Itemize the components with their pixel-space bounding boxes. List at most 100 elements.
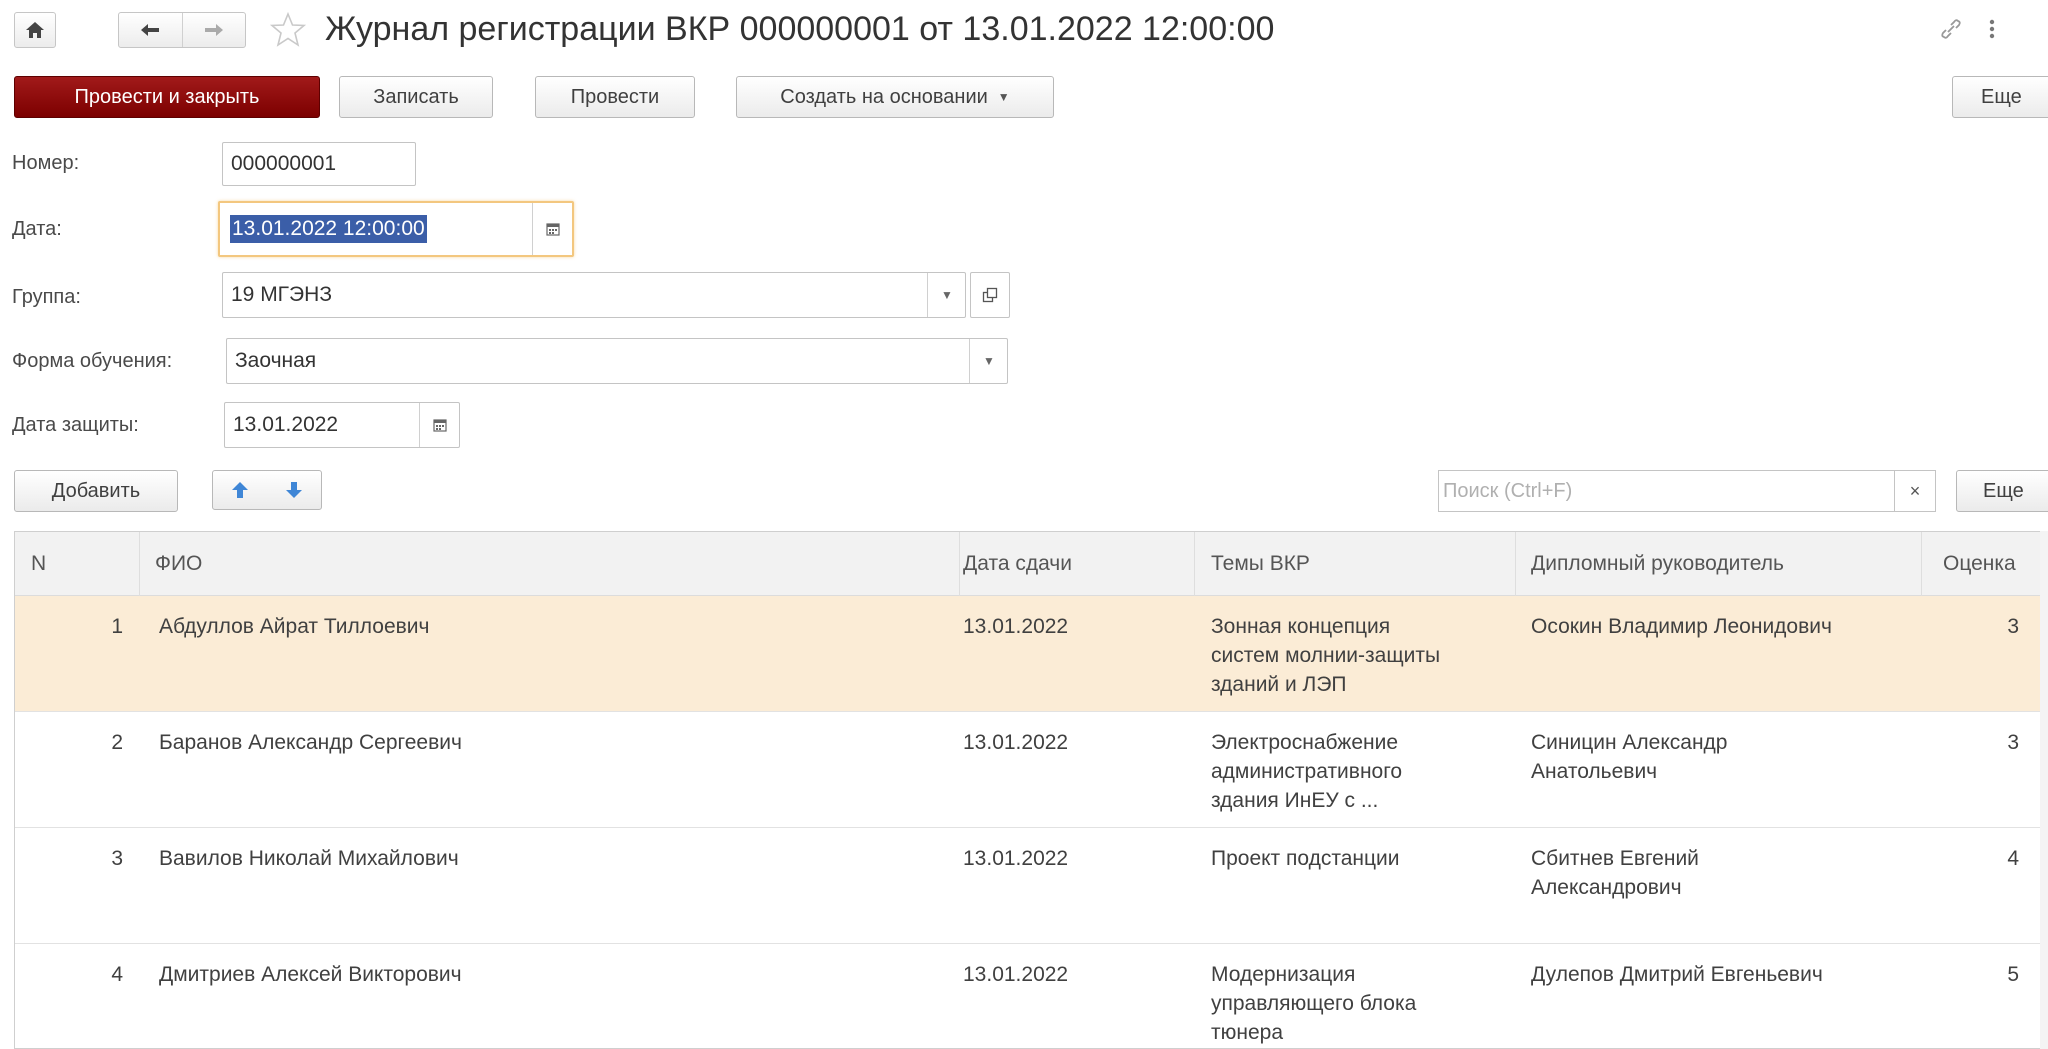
favorite-star-icon bbox=[269, 11, 307, 47]
create-based-on-button[interactable]: Создать на основании ▼ bbox=[736, 76, 1054, 118]
group-value: 19 МГЭНЗ bbox=[231, 283, 333, 306]
column-header-fio[interactable]: ФИО bbox=[155, 532, 202, 596]
row-date: 13.01.2022 bbox=[963, 963, 1069, 986]
students-table: N ФИО Дата сдачи Темы ВКР Дипломный руко… bbox=[14, 531, 2048, 1049]
row-fio: Баранов Александр Сергеевич bbox=[159, 731, 462, 754]
history-navigation bbox=[118, 12, 246, 48]
topic-line: Модернизация bbox=[1211, 963, 1356, 986]
search-clear-button[interactable]: × bbox=[1894, 470, 1936, 512]
table-header: N ФИО Дата сдачи Темы ВКР Дипломный руко… bbox=[15, 532, 2048, 596]
table-more-label: Еще bbox=[1983, 479, 2024, 502]
date-label: Дата: bbox=[12, 218, 62, 240]
defense-date-field[interactable]: 13.01.2022 bbox=[224, 402, 460, 448]
row-grade: 4 bbox=[2007, 847, 2019, 870]
home-button[interactable] bbox=[14, 12, 56, 48]
topic-line: здания ИнЕУ с ... bbox=[1211, 789, 1379, 812]
topic-line: административного bbox=[1211, 760, 1403, 783]
supervisor-line: Анатольевич bbox=[1531, 760, 1658, 783]
move-down-icon bbox=[286, 482, 302, 498]
search-placeholder: Поиск (Ctrl+F) bbox=[1443, 479, 1573, 502]
column-header-n[interactable]: N bbox=[31, 532, 46, 596]
topic-line: Электроснабжение bbox=[1211, 731, 1399, 754]
table-row[interactable]: 4 Дмитриев Алексей Викторович 13.01.2022… bbox=[15, 944, 2048, 1048]
search-input[interactable]: Поиск (Ctrl+F) bbox=[1438, 470, 1904, 512]
group-dropdown-button[interactable]: ▼ bbox=[928, 273, 965, 317]
post-and-close-button[interactable]: Провести и закрыть bbox=[14, 76, 320, 118]
row-fio: Дмитриев Алексей Викторович bbox=[159, 963, 462, 986]
move-up-button[interactable] bbox=[213, 471, 267, 509]
row-topic: Модернизация управляющего блока тюнера bbox=[1211, 960, 1501, 1047]
row-fio: Вавилов Николай Михайлович bbox=[159, 847, 459, 870]
more-actions-button[interactable]: Еще bbox=[1952, 76, 2048, 118]
calendar-icon bbox=[546, 223, 560, 236]
get-link-button[interactable] bbox=[1938, 16, 1964, 47]
row-grade: 3 bbox=[2007, 731, 2019, 754]
save-button[interactable]: Записать bbox=[339, 76, 493, 118]
column-header-topic[interactable]: Темы ВКР bbox=[1211, 532, 1310, 596]
study-form-dropdown-button[interactable]: ▼ bbox=[970, 339, 1007, 383]
table-row[interactable]: 2 Баранов Александр Сергеевич 13.01.2022… bbox=[15, 712, 2048, 828]
row-number: 2 bbox=[111, 731, 123, 754]
column-divider bbox=[1194, 532, 1195, 596]
number-field[interactable]: 000000001 bbox=[222, 142, 416, 186]
supervisor-line: Александрович bbox=[1531, 876, 1682, 899]
column-header-date[interactable]: Дата сдачи bbox=[963, 532, 1072, 596]
date-calendar-button[interactable] bbox=[533, 203, 572, 255]
row-date: 13.01.2022 bbox=[963, 615, 1069, 638]
column-divider bbox=[1921, 532, 1922, 596]
row-date: 13.01.2022 bbox=[963, 731, 1069, 754]
favorite-button[interactable] bbox=[268, 10, 308, 55]
row-number: 3 bbox=[111, 847, 123, 870]
row-grade: 5 bbox=[2007, 963, 2019, 986]
study-form-value: Заочная bbox=[235, 349, 317, 372]
post-button[interactable]: Провести bbox=[535, 76, 695, 118]
column-header-grade[interactable]: Оценка bbox=[1943, 532, 2016, 596]
supervisor-line: Осокин Владимир Леонидович bbox=[1531, 615, 1832, 638]
group-open-button[interactable] bbox=[970, 272, 1010, 318]
column-divider bbox=[139, 532, 140, 596]
supervisor-line: Дулепов Дмитрий Евгеньевич bbox=[1531, 963, 1823, 986]
dropdown-arrow-icon: ▼ bbox=[997, 90, 1010, 104]
add-row-button[interactable]: Добавить bbox=[14, 470, 178, 512]
column-header-supervisor[interactable]: Дипломный руководитель bbox=[1531, 532, 1784, 596]
table-row[interactable]: 1 Абдуллов Айрат Тиллоевич 13.01.2022 Зо… bbox=[15, 596, 2048, 712]
topic-line: тюнера bbox=[1211, 1021, 1284, 1044]
defense-date-value: 13.01.2022 bbox=[233, 413, 339, 436]
move-down-button[interactable] bbox=[267, 471, 321, 509]
row-date: 13.01.2022 bbox=[963, 847, 1069, 870]
row-supervisor: Сбитнев Евгений Александрович bbox=[1531, 844, 1911, 902]
supervisor-line: Синицин Александр bbox=[1531, 731, 1728, 754]
number-value: 000000001 bbox=[231, 152, 337, 175]
row-supervisor: Дулепов Дмитрий Евгеньевич bbox=[1531, 960, 1911, 989]
close-icon: × bbox=[1909, 480, 1921, 501]
topic-line: Проект подстанции bbox=[1211, 847, 1400, 870]
table-scrollbar[interactable] bbox=[2040, 531, 2048, 1049]
row-supervisor: Осокин Владимир Леонидович bbox=[1531, 612, 1911, 641]
group-field[interactable]: 19 МГЭНЗ ▼ bbox=[222, 272, 966, 318]
forward-button[interactable] bbox=[181, 13, 245, 47]
title-bar: Журнал регистрации ВКР 000000001 от 13.0… bbox=[0, 0, 2048, 64]
back-button[interactable] bbox=[119, 13, 182, 47]
date-value: 13.01.2022 12:00:00 bbox=[230, 215, 427, 243]
row-supervisor: Синицин Александр Анатольевич bbox=[1531, 728, 1911, 786]
more-dots-icon bbox=[1989, 19, 1995, 39]
row-number: 1 bbox=[111, 615, 123, 638]
open-icon bbox=[982, 287, 998, 303]
defense-date-calendar-button[interactable] bbox=[420, 403, 459, 447]
row-topic: Зонная концепция систем молнии-защиты зд… bbox=[1211, 612, 1501, 699]
study-form-label: Форма обучения: bbox=[12, 350, 173, 372]
more-menu-button[interactable] bbox=[1988, 18, 1996, 45]
date-field[interactable]: 13.01.2022 12:00:00 bbox=[218, 201, 574, 257]
table-more-button[interactable]: Еще bbox=[1956, 470, 2048, 512]
topic-line: зданий и ЛЭП bbox=[1211, 673, 1347, 696]
number-label: Номер: bbox=[12, 152, 80, 174]
defense-date-label: Дата защиты: bbox=[12, 414, 139, 436]
move-buttons bbox=[212, 470, 322, 510]
dropdown-arrow-icon: ▼ bbox=[983, 354, 995, 368]
back-arrow-icon bbox=[141, 24, 160, 36]
row-grade: 3 bbox=[2007, 615, 2019, 638]
study-form-field[interactable]: Заочная ▼ bbox=[226, 338, 1008, 384]
dropdown-arrow-icon: ▼ bbox=[941, 288, 953, 302]
row-topic: Электроснабжение административного здани… bbox=[1211, 728, 1501, 815]
table-row[interactable]: 3 Вавилов Николай Михайлович 13.01.2022 … bbox=[15, 828, 2048, 944]
